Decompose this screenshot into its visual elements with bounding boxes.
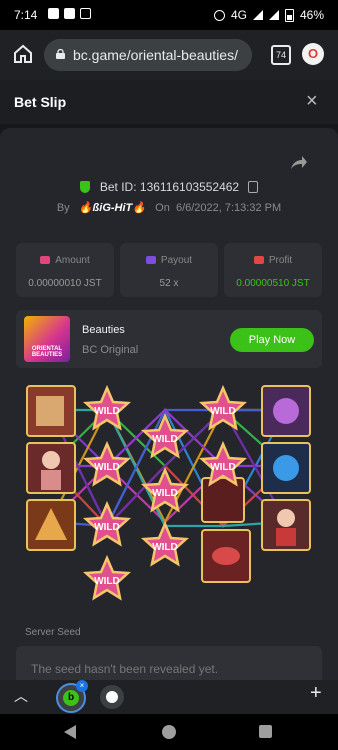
profit-icon (253, 256, 264, 264)
url-field[interactable]: bc.game/oriental-beauties/ (44, 39, 252, 71)
game-thumbnail[interactable]: ORIENTAL BEAUTIES (24, 316, 70, 362)
bcgame-tab-icon[interactable]: b × (56, 680, 88, 713)
notification-icon (64, 8, 75, 19)
copy-icon[interactable] (248, 181, 259, 193)
notification-icon (48, 8, 59, 19)
close-icon[interactable]: × (306, 90, 318, 113)
browser-toolbar: bc.game/oriental-beauties/ 74 O (0, 30, 338, 80)
profit-stat: Profit 0.00000510 JST (224, 243, 322, 297)
home-circle-icon[interactable] (162, 725, 176, 739)
game-provider: BC Original (82, 344, 139, 356)
server-seed-label: Server Seed (25, 627, 81, 638)
recents-icon[interactable] (259, 725, 272, 738)
bet-id-row: Bet ID: 136116103552462 (0, 180, 338, 194)
amount-value: 0.00000010 JST (28, 278, 102, 289)
notification-icon (80, 8, 91, 19)
bet-slip-header: Bet Slip × (0, 80, 338, 124)
svg-text:WILD: WILD (210, 406, 236, 417)
signal-icon (268, 10, 279, 20)
battery-level: 46% (299, 8, 324, 22)
game-name: Beauties (82, 324, 125, 336)
chevron-up-icon[interactable]: ︿ (14, 686, 28, 706)
by-label: By (56, 202, 70, 214)
profit-label: Profit (268, 255, 293, 266)
svg-text:WILD: WILD (152, 434, 178, 445)
battery-icon (284, 8, 294, 22)
share-icon[interactable] (290, 156, 308, 170)
profit-value: 0.00000510 JST (236, 278, 310, 289)
clock: 7:14 (14, 8, 38, 22)
tab-icon[interactable] (100, 685, 124, 709)
bet-id: Bet ID: 136116103552462 (99, 180, 240, 194)
svg-text:WILD: WILD (94, 406, 120, 417)
signal-icon (252, 10, 263, 20)
shield-icon (79, 181, 90, 193)
on-label: On (155, 202, 170, 214)
tab-switcher-button[interactable]: 74 (271, 45, 291, 65)
amount-icon (40, 256, 51, 264)
payout-value: 52 x (159, 278, 179, 289)
bet-byline: By 🔥ßiG-HiT🔥 On 6/6/2022, 7:13:32 PM (0, 201, 338, 214)
jewel-icon (201, 477, 245, 523)
opera-icon[interactable]: O (302, 43, 324, 65)
svg-text:WILD: WILD (152, 488, 178, 499)
alarm-icon (213, 9, 225, 21)
svg-text:WILD: WILD (94, 522, 120, 533)
thumbnail-text: ORIENTAL BEAUTIES (31, 346, 63, 358)
payout-stat: Payout 52 x (120, 243, 218, 297)
close-tab-icon[interactable]: × (76, 680, 88, 692)
page-title: Bet Slip (14, 94, 67, 110)
svg-text:WILD: WILD (152, 542, 178, 553)
play-now-button[interactable]: Play Now (230, 328, 314, 352)
svg-text:WILD: WILD (210, 462, 236, 473)
bet-datetime: 6/6/2022, 7:13:32 PM (175, 202, 282, 214)
system-nav-bar (0, 714, 338, 750)
lock-icon (56, 49, 65, 59)
payout-label: Payout (160, 255, 193, 266)
username[interactable]: 🔥ßiG-HiT🔥 (79, 202, 146, 214)
bet-details-card: Bet ID: 136116103552462 By 🔥ßiG-HiT🔥 On … (0, 128, 338, 686)
new-tab-icon[interactable]: + (310, 682, 322, 705)
home-icon[interactable] (12, 43, 34, 65)
slot-result-board: WILD WILD WILD WILD WILD WILD WILD WILD … (0, 380, 338, 610)
game-row: ORIENTAL BEAUTIES Beauties BC Original P… (16, 310, 322, 368)
svg-text:WILD: WILD (94, 576, 120, 587)
amount-label: Amount (55, 255, 90, 266)
amount-stat: Amount 0.00000010 JST (16, 243, 114, 297)
payout-icon (145, 256, 156, 264)
back-icon[interactable] (64, 725, 76, 739)
svg-text:WILD: WILD (94, 462, 120, 473)
browser-bottom-bar: ︿ b × + (0, 680, 338, 714)
server-seed-text: The seed hasn't been revealed yet. (31, 662, 219, 676)
url-text: bc.game/oriental-beauties/ (73, 47, 238, 63)
network-label: 4G (230, 8, 247, 22)
status-bar: 7:14 4G 46% (0, 0, 338, 30)
notification-icons (48, 8, 91, 19)
